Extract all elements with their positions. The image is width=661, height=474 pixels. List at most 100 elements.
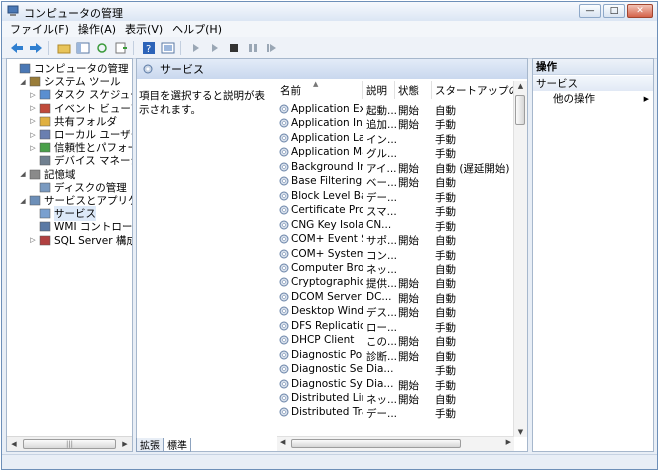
- vertical-scroll-thumb[interactable]: [515, 95, 525, 125]
- back-icon[interactable]: [8, 40, 25, 56]
- menu-view[interactable]: 表示(V): [125, 21, 163, 37]
- system-tools-icon: [29, 76, 41, 87]
- service-row[interactable]: Distributed Tran...デー... 手動: [277, 405, 517, 420]
- scroll-left-icon[interactable]: ◀: [280, 438, 285, 446]
- service-row[interactable]: DFS Replicationロー...手動: [277, 319, 517, 334]
- horizontal-scroll-thumb[interactable]: |||: [23, 439, 116, 449]
- column-startup-type[interactable]: スタートアップの種類: [432, 81, 517, 99]
- tree-horizontal-scrollbar[interactable]: ◀ ||| ▶: [7, 436, 132, 451]
- resume-service-icon[interactable]: [206, 40, 223, 56]
- service-name: Computer Brow...: [291, 261, 363, 274]
- service-row[interactable]: CNG Key IsolationCN...手動: [277, 218, 517, 233]
- service-row[interactable]: COM+ Event Sy...サポ...開始自動: [277, 232, 517, 247]
- scroll-left-icon[interactable]: ◀: [7, 440, 21, 448]
- service-row[interactable]: Cryptographic S...提供...開始自動: [277, 275, 517, 290]
- service-name: Desktop Windo...: [291, 305, 363, 318]
- service-row[interactable]: Diagnostic Servi...Dia...手動: [277, 362, 517, 377]
- storage-icon: [29, 169, 41, 179]
- scroll-down-icon[interactable]: ▼: [514, 428, 527, 436]
- tree-item[interactable]: ▷タスク スケジューラ: [29, 88, 132, 101]
- service-name: COM+ Event Sy...: [291, 233, 363, 246]
- more-actions-item[interactable]: 他の操作 ▶: [533, 91, 653, 106]
- service-row[interactable]: Diagnostic Syst...Dia...開始手動: [277, 377, 517, 392]
- service-name: Diagnostic Servi...: [291, 363, 363, 376]
- pause-service-icon[interactable]: [244, 40, 261, 56]
- scroll-right-icon[interactable]: ▶: [506, 438, 511, 446]
- pane-title: サービス: [160, 63, 204, 76]
- column-name[interactable]: 名前 ▲: [277, 81, 363, 99]
- tree-expander-icon[interactable]: ▷: [29, 144, 37, 152]
- tree-expander-icon[interactable]: ▷: [29, 236, 37, 244]
- service-row[interactable]: Computer Brow...ネッ...自動: [277, 261, 517, 276]
- maximize-button[interactable]: □: [603, 4, 625, 18]
- service-gear-icon: [279, 205, 289, 215]
- service-name: Diagnostic Polic...: [291, 348, 363, 361]
- service-row[interactable]: Desktop Windo...デス...開始自動: [277, 304, 517, 319]
- tree-item[interactable]: ◢ システム ツール: [19, 75, 120, 88]
- tree-expander-icon[interactable]: ◢: [19, 170, 27, 178]
- tree-item[interactable]: サービス: [29, 206, 96, 222]
- column-status[interactable]: 状態: [395, 81, 432, 99]
- restart-service-icon[interactable]: [263, 40, 280, 56]
- column-description[interactable]: 説明: [363, 81, 395, 99]
- service-row[interactable]: Application Man...グル...手動: [277, 145, 517, 160]
- shared-folder-icon: [39, 116, 51, 127]
- start-service-icon[interactable]: [187, 40, 204, 56]
- tree-expander-icon[interactable]: ▷: [29, 131, 37, 139]
- scroll-up-icon[interactable]: ▲: [514, 82, 527, 90]
- menu-action[interactable]: 操作(A): [78, 21, 116, 37]
- horizontal-scroll-thumb[interactable]: [291, 439, 461, 448]
- service-row[interactable]: Block Level Bac...デー...手動: [277, 189, 517, 204]
- tree-item[interactable]: ▷ イベント ビューア: [29, 102, 132, 115]
- service-row[interactable]: Distributed Link...ネッ...開始自動: [277, 391, 517, 406]
- actions-section-services[interactable]: サービス: [533, 76, 653, 91]
- forward-icon[interactable]: [27, 40, 44, 56]
- tree-expander-icon[interactable]: ◢: [19, 78, 27, 86]
- tree-item[interactable]: WMI コントロール: [29, 220, 132, 233]
- service-row[interactable]: Diagnostic Polic...診断...開始自動: [277, 348, 517, 363]
- tree-item[interactable]: ◢サービスとアプリケーショ: [19, 194, 132, 207]
- event-viewer-icon: [39, 103, 51, 113]
- tree-item[interactable]: デバイス マネージャ: [29, 154, 132, 167]
- service-row[interactable]: Background Int...アイ...開始自動 (遅延開始): [277, 160, 517, 175]
- service-row[interactable]: Base Filtering E...ベー...開始自動: [277, 174, 517, 189]
- tree-expander-icon[interactable]: ▷: [29, 104, 37, 112]
- menu-file[interactable]: ファイル(F): [10, 21, 69, 37]
- stop-service-icon[interactable]: [225, 40, 242, 56]
- tree-expander-icon[interactable]: ◢: [19, 197, 27, 205]
- service-name: Certificate Prop...: [291, 204, 363, 217]
- menu-help[interactable]: ヘルプ(H): [172, 21, 222, 37]
- up-folder-icon[interactable]: [55, 40, 72, 56]
- help-icon[interactable]: ?: [140, 40, 157, 56]
- service-row[interactable]: Certificate Prop...スマ...手動: [277, 203, 517, 218]
- tree-expander-icon[interactable]: ▷: [29, 91, 37, 99]
- service-row[interactable]: Application Exp...起動...開始自動: [277, 102, 517, 117]
- list-vertical-scrollbar[interactable]: ▲ ▼: [513, 81, 527, 437]
- tab-extended[interactable]: 拡張: [136, 438, 164, 452]
- service-gear-icon: [279, 364, 289, 374]
- menu-bar: ファイル(F) 操作(A) 表示(V) ヘルプ(H): [2, 21, 657, 37]
- minimize-button[interactable]: —: [579, 4, 601, 18]
- refresh-icon[interactable]: [93, 40, 110, 56]
- tree-item[interactable]: コンピュータの管理 (ローカル: [9, 62, 132, 75]
- show-hide-tree-icon[interactable]: [74, 40, 91, 56]
- service-row[interactable]: DHCP Client この... 開始 自動: [277, 333, 517, 348]
- service-row[interactable]: Application Info...追加...開始手動: [277, 116, 517, 131]
- tab-standard[interactable]: 標準: [163, 438, 191, 452]
- list-horizontal-scrollbar[interactable]: ◀ ▶: [277, 436, 514, 451]
- tree-item[interactable]: ディスクの管理: [29, 181, 127, 194]
- tree-item[interactable]: ▷ 共有フォルダ: [29, 115, 117, 128]
- service-row[interactable]: Application Lay...イン...手動: [277, 131, 517, 146]
- tree-item[interactable]: ▷信頼性とパフォーマン: [29, 141, 132, 154]
- tree-item[interactable]: ▷ SQL Server 構成マネ-: [29, 234, 132, 247]
- computer-management-window: コンピュータの管理 — □ ✕ ファイル(F) 操作(A) 表示(V) ヘルプ(…: [1, 1, 658, 470]
- export-list-icon[interactable]: [112, 40, 129, 56]
- close-button[interactable]: ✕: [627, 4, 653, 18]
- tree-item[interactable]: ◢ 記憶域: [19, 168, 75, 181]
- service-row[interactable]: COM+ System ...コン...手動: [277, 247, 517, 262]
- service-row[interactable]: DCOM Server P...DC...開始自動: [277, 290, 517, 305]
- tree-item[interactable]: ▷ローカル ユーザーとグ: [29, 128, 132, 141]
- tree-expander-icon[interactable]: ▷: [29, 117, 37, 125]
- scroll-right-icon[interactable]: ▶: [118, 440, 132, 448]
- properties-icon[interactable]: [159, 40, 176, 56]
